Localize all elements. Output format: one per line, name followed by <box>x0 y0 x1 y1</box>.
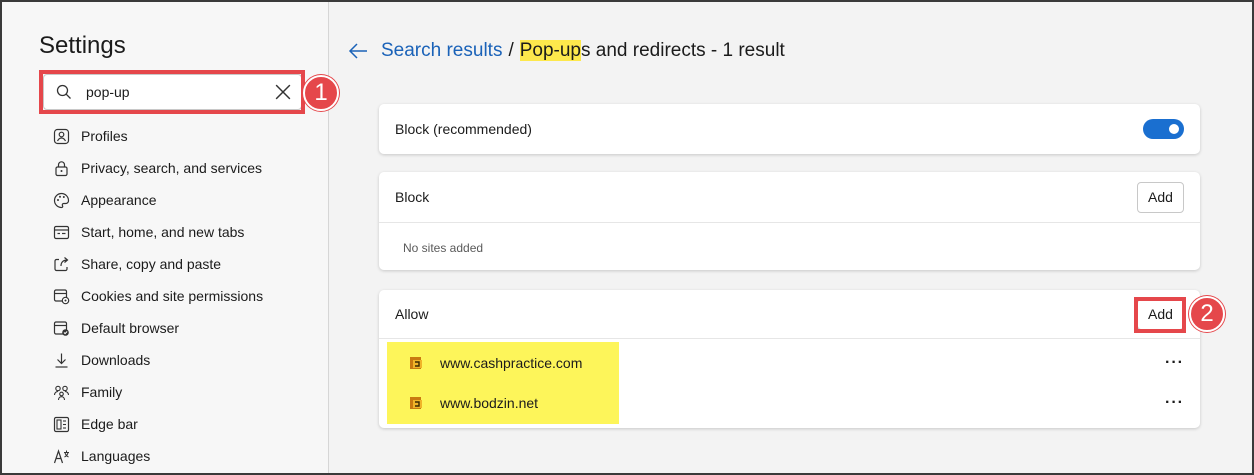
search-annotation-box <box>39 70 305 114</box>
palette-icon <box>52 191 70 209</box>
lock-icon <box>52 159 70 177</box>
main-content: Search results / Pop-ups and redirects -… <box>329 2 1252 473</box>
sidebar-item-label: Share, copy and paste <box>81 256 222 272</box>
sidebar-item-share-copy-paste[interactable]: Share, copy and paste <box>52 248 263 280</box>
sidebar-item-privacy[interactable]: Privacy, search, and services <box>52 152 263 184</box>
breadcrumb-search-results-link[interactable]: Search results <box>381 40 502 62</box>
settings-title: Settings <box>39 32 126 59</box>
block-add-button[interactable]: Add <box>1137 181 1184 213</box>
home-tabs-icon <box>52 223 70 241</box>
sidebar-item-edge-bar[interactable]: Edge bar <box>52 408 263 440</box>
profile-icon <box>52 127 70 145</box>
allowed-site-row[interactable]: www.cashpractice.com ··· <box>379 343 1200 383</box>
app-window: Settings pop-up Profiles Privacy, search… <box>0 0 1254 475</box>
page-title: Pop-ups and redirects - 1 result <box>519 40 785 62</box>
block-recommended-label: Block (recommended) <box>395 121 532 137</box>
breadcrumb-separator: / <box>508 40 514 61</box>
sidebar-item-default-browser[interactable]: Default browser <box>52 312 263 344</box>
sidebar-nav: Profiles Privacy, search, and services A… <box>52 120 263 472</box>
page-title-rest: s and redirects - 1 result <box>581 40 785 61</box>
sidebar-item-profiles[interactable]: Profiles <box>52 120 263 152</box>
site-url: www.cashpractice.com <box>440 355 583 371</box>
page-title-highlight: Pop-up <box>519 40 582 61</box>
cookies-icon <box>52 287 70 305</box>
download-icon <box>52 351 70 369</box>
block-empty-text: No sites added <box>403 241 484 255</box>
sidebar-item-family[interactable]: Family <box>52 376 263 408</box>
sidebar-item-start-home[interactable]: Start, home, and new tabs <box>52 216 263 248</box>
sidebar-item-label: Default browser <box>81 320 180 336</box>
sidebar-item-label: Family <box>81 384 123 400</box>
sidebar-item-label: Edge bar <box>81 416 138 432</box>
sidebar-item-appearance[interactable]: Appearance <box>52 184 263 216</box>
sidebar-item-label: Profiles <box>81 128 128 144</box>
block-card: Block Add No sites added <box>379 172 1200 270</box>
edge-bar-icon <box>52 415 70 433</box>
allow-add-button[interactable]: Add <box>1137 298 1184 330</box>
allow-card: Allow Add www.cashpractice.com ··· www.b… <box>379 290 1200 428</box>
allowed-site-row[interactable]: www.bodzin.net ··· <box>379 383 1200 423</box>
sidebar-item-label: Appearance <box>81 192 157 208</box>
sidebar-item-label: Privacy, search, and services <box>81 160 263 176</box>
block-recommended-card: Block (recommended) <box>379 104 1200 154</box>
family-icon <box>52 383 70 401</box>
back-arrow-icon[interactable] <box>347 40 369 62</box>
site-favicon-icon <box>410 397 422 409</box>
annotation-badge-1: 1 <box>303 75 339 111</box>
site-favicon-icon <box>410 357 422 369</box>
site-url: www.bodzin.net <box>440 395 539 411</box>
sidebar-item-languages[interactable]: Languages <box>52 440 263 472</box>
share-icon <box>52 255 70 273</box>
browser-icon <box>52 319 70 337</box>
sidebar-item-downloads[interactable]: Downloads <box>52 344 263 376</box>
site-more-options-button[interactable]: ··· <box>1165 354 1184 372</box>
sidebar-item-label: Cookies and site permissions <box>81 288 264 304</box>
breadcrumb: Search results / Pop-ups and redirects -… <box>347 40 785 62</box>
allow-label: Allow <box>395 306 429 322</box>
sidebar-item-label: Start, home, and new tabs <box>81 224 245 240</box>
block-label: Block <box>395 189 430 205</box>
annotation-badge-2: 2 <box>1189 296 1225 332</box>
sidebar: Settings pop-up Profiles Privacy, search… <box>2 2 329 473</box>
sidebar-item-label: Languages <box>81 448 151 464</box>
sidebar-item-label: Downloads <box>81 352 151 368</box>
site-more-options-button[interactable]: ··· <box>1165 394 1184 412</box>
sidebar-item-cookies[interactable]: Cookies and site permissions <box>52 280 263 312</box>
divider <box>379 338 1200 339</box>
languages-icon <box>52 447 70 465</box>
block-recommended-toggle[interactable] <box>1143 119 1184 139</box>
